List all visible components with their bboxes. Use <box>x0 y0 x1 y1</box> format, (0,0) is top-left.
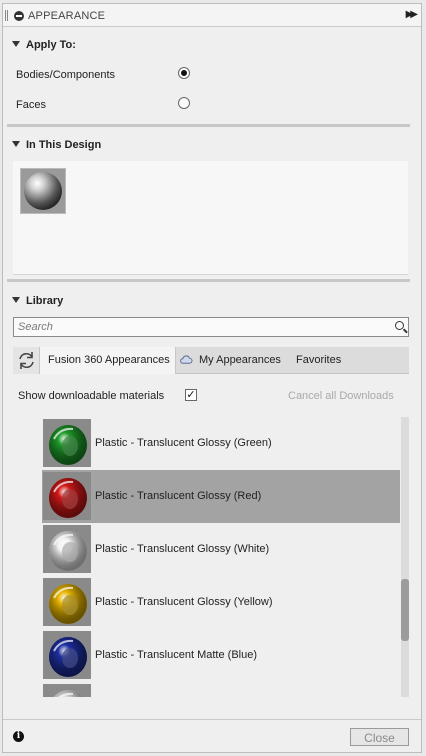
tab-favorites[interactable]: Favorites <box>296 347 356 374</box>
list-item[interactable]: Plastic - Translucent Glossy (White) <box>42 523 400 576</box>
list-item-label: Plastic - Translucent Glossy (Red) <box>95 490 262 502</box>
cloud-icon <box>180 355 193 364</box>
list-item[interactable]: Plastic - Translucent Matte (Blue) <box>42 629 400 682</box>
appearance-panel: APPEARANCE ▶▶ Apply To: Bodies/Component… <box>2 3 422 753</box>
tab-label: My Appearances <box>199 354 281 366</box>
section-divider <box>7 124 410 127</box>
close-button[interactable]: Close <box>350 728 409 746</box>
library-header[interactable]: Library <box>12 295 63 307</box>
footer-bar: i Close <box>3 719 421 752</box>
show-downloadable-checkbox[interactable]: ✓ <box>185 389 197 401</box>
list-scrollbar[interactable] <box>401 417 409 697</box>
collapse-triangle-icon[interactable] <box>12 297 20 303</box>
faces-radio[interactable] <box>178 97 190 109</box>
expand-arrows-icon[interactable]: ▶▶ <box>406 9 419 20</box>
appearance-list: Plastic - Translucent Glossy (Green) Plas… <box>42 417 402 697</box>
collapse-triangle-icon[interactable] <box>12 141 20 147</box>
list-item-label: Plastic - Translucent Glossy (Yellow) <box>95 596 273 608</box>
list-item[interactable]: Plastic - Translucent Glossy (Red) <box>42 470 400 523</box>
list-item[interactable]: Plastic - Translucent Glossy (Green) <box>42 417 400 470</box>
bodies-components-label: Bodies/Components <box>16 69 116 81</box>
material-swatch-icon <box>43 578 91 626</box>
material-swatch-icon <box>43 684 91 697</box>
scrollbar-thumb[interactable] <box>401 579 409 641</box>
steel-sphere-icon[interactable] <box>20 168 66 214</box>
bodies-components-radio[interactable] <box>178 67 190 79</box>
list-item-label: Plastic - Translucent Glossy (Green) <box>95 437 272 449</box>
cancel-all-downloads-link[interactable]: Cancel all Downloads <box>288 390 394 402</box>
panel-title: APPEARANCE <box>28 10 106 22</box>
collapse-triangle-icon[interactable] <box>12 41 20 47</box>
library-header-label: Library <box>26 295 64 307</box>
list-item-label: Plastic - Translucent Matte (Blue) <box>95 649 258 661</box>
refresh-icon <box>19 352 34 369</box>
title-bar[interactable]: APPEARANCE ▶▶ <box>3 4 421 27</box>
library-tabs: Fusion 360 Appearances My Appearances Fa… <box>13 347 409 374</box>
material-swatch-icon <box>43 631 91 679</box>
section-divider <box>7 279 410 282</box>
search-box <box>13 317 409 337</box>
material-swatch-icon <box>43 472 91 520</box>
show-downloadable-label: Show downloadable materials <box>18 390 165 402</box>
material-swatch-icon <box>43 525 91 573</box>
tab-fusion-360-appearances[interactable]: Fusion 360 Appearances <box>40 347 176 374</box>
tab-label: Favorites <box>296 354 342 366</box>
list-item[interactable] <box>42 682 400 697</box>
material-swatch-icon <box>43 419 91 467</box>
drag-grip-icon[interactable] <box>5 10 8 21</box>
search-icon[interactable] <box>395 321 404 330</box>
search-input[interactable] <box>14 318 382 336</box>
tab-label: Fusion 360 Appearances <box>48 354 170 366</box>
apply-to-header-label: Apply To: <box>26 39 76 51</box>
apply-to-header[interactable]: Apply To: <box>12 39 76 51</box>
in-this-design-header-label: In This Design <box>26 139 102 151</box>
collapse-minus-icon[interactable] <box>14 11 24 21</box>
in-this-design-header[interactable]: In This Design <box>12 139 101 151</box>
tab-my-appearances[interactable]: My Appearances <box>179 347 295 374</box>
list-item-label: Plastic - Translucent Glossy (White) <box>95 543 270 555</box>
list-item[interactable]: Plastic - Translucent Glossy (Yellow) <box>42 576 400 629</box>
in-this-design-area <box>13 161 408 275</box>
refresh-button[interactable] <box>13 347 40 374</box>
info-icon[interactable]: i <box>13 731 24 742</box>
faces-label: Faces <box>16 99 46 111</box>
